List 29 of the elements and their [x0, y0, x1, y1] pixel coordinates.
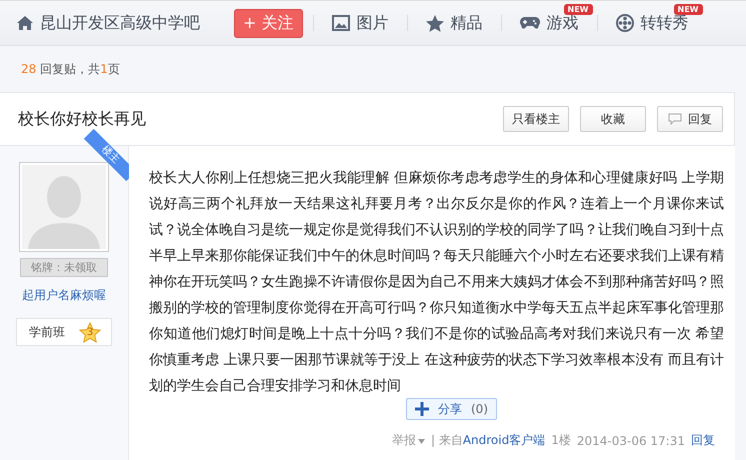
speech-bubble-icon — [668, 113, 682, 125]
post-time: 2014-03-06 17:31 — [576, 434, 685, 448]
rank-title: 学前班 — [29, 324, 65, 340]
nav-tab[interactable]: 游戏 — [520, 12, 578, 34]
caret-icon — [418, 439, 425, 444]
forum-name[interactable]: 昆山开发区高级中学吧 — [40, 12, 200, 34]
nav-tab[interactable]: 转转秀 — [616, 12, 688, 34]
page-count: 28 回复贴，共1页 — [21, 60, 120, 78]
new-badge: NEW — [674, 4, 702, 15]
plus-icon — [415, 402, 429, 416]
home-icon[interactable] — [16, 15, 34, 31]
nav-tab[interactable]: 图片 — [332, 12, 388, 34]
level-star-badge: 3 — [79, 322, 101, 342]
star-icon — [426, 14, 444, 32]
source-label: | 来自Android客户端 — [430, 432, 546, 449]
gamepad-icon — [520, 16, 540, 30]
toolbar-button[interactable]: 只看楼主 — [503, 106, 569, 132]
floor-number: 1楼 — [551, 432, 571, 449]
wheel-icon — [616, 14, 634, 32]
new-badge: NEW — [564, 4, 592, 15]
post-body: 校长大人你刚上任想烧三把火我能理解 但麻烦你考虑考虑学生的身体和心理健康好吗 上学期说好高三两个礼拜放一天结果这礼拜要月考？出尔反尔是你的作风？连着上一个月课你来试试？说全体晚自习是统一规定你是觉得我们不认识别的学校的同学了吗？让我们晚自习到十点半早上早来那你能保证我们中午的休息时间吗？每天只能睡六个小时左右还要求我们上课有精神你在开玩笑吗？女生跑操不许请假你是因为自己不用来大姨妈才体会不到那种痛苦好吗？照搬别的学校的管理制度你觉得在开高可行吗？你只知道衡水中学每天五点半起床军事化管理那你知道他们熄灯时间是晚上十点十分吗？我们不是你的试验品高考对我们来说只有一次 希望你慎重考虑 上课只要一困那节课就等于没上 在这种疲劳的状态下学习效率根本没有 而且有计划的学生会自己合理安排学习和休息时间 — [149, 169, 724, 396]
reply-link[interactable]: 回复 — [691, 432, 715, 449]
thread-title: 校长你好校长再见 — [18, 108, 147, 130]
reply-button[interactable]: 回复 — [657, 106, 723, 132]
share-button[interactable]: 分享 (0) — [406, 398, 497, 420]
picture-icon — [332, 15, 350, 31]
toolbar-button[interactable]: 收藏 — [580, 106, 646, 132]
nav-tab[interactable]: 精品 — [426, 12, 482, 34]
author-name[interactable]: 起用户名麻烦喔 — [22, 287, 106, 304]
